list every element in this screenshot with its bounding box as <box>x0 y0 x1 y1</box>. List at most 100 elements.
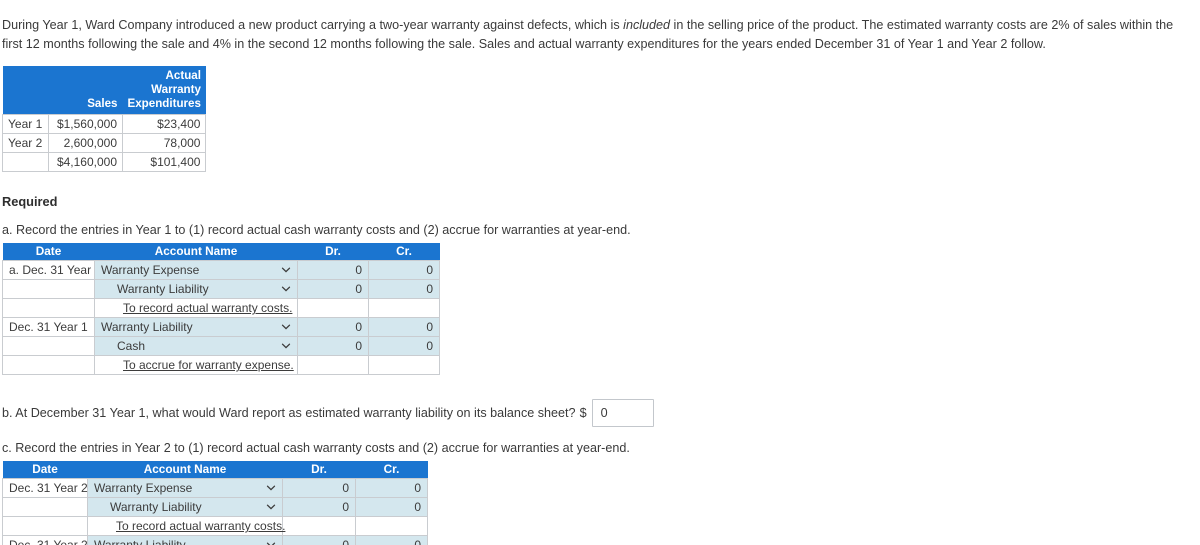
sales-header-expenditures-line2: Expenditures <box>127 97 201 111</box>
debit-input[interactable]: 0 <box>297 279 369 300</box>
sales-total-expenditures: $101,400 <box>121 152 207 173</box>
journal-header-row: Date Account Name Dr. Cr. <box>2 461 428 479</box>
account-select[interactable]: Warranty Liability <box>94 317 298 338</box>
sales-header-expenditures: Actual Warranty Expenditures <box>122 66 206 115</box>
table-row: Year 2 2,600,000 78,000 <box>2 133 207 154</box>
account-select-label: Warranty Liability <box>94 538 186 545</box>
credit-input[interactable]: 0 <box>355 535 428 545</box>
entry-description[interactable]: To record actual warranty costs. <box>87 516 286 537</box>
journal-date-cell[interactable] <box>2 298 95 319</box>
journal-date-cell[interactable]: Dec. 31 Year 2 <box>2 478 88 499</box>
chevron-down-icon <box>266 540 276 545</box>
table-row: To accrue for warranty expense. <box>2 355 440 376</box>
chevron-down-icon <box>266 483 276 493</box>
table-row: To record actual warranty costs. <box>2 298 440 319</box>
required-heading: Required <box>2 194 58 210</box>
entry-description[interactable]: To record actual warranty costs. <box>94 298 298 319</box>
credit-input[interactable] <box>368 298 440 319</box>
journal-date-cell[interactable] <box>2 497 88 518</box>
journal-header-cr: Cr. <box>368 243 440 261</box>
credit-input[interactable]: 0 <box>368 317 440 338</box>
chevron-down-icon <box>281 341 291 351</box>
chevron-down-icon <box>266 502 276 512</box>
debit-input[interactable] <box>282 516 356 537</box>
sales-row-expenditures: 78,000 <box>121 133 207 154</box>
sales-row-sales: $1,560,000 <box>48 114 123 135</box>
table-row: Warranty Liability 0 0 <box>2 497 428 518</box>
credit-input[interactable] <box>355 516 428 537</box>
journal-header-date: Date <box>2 461 88 479</box>
prompt-c: c. Record the entries in Year 2 to (1) r… <box>2 441 630 456</box>
debit-input[interactable]: 0 <box>282 535 356 545</box>
journal-header-account: Account Name <box>94 243 298 261</box>
sales-total-sales: $4,160,000 <box>48 152 123 173</box>
journal-date-cell[interactable] <box>2 355 95 376</box>
journal-header-dr: Dr. <box>297 243 369 261</box>
credit-input[interactable]: 0 <box>355 497 428 518</box>
table-row: Warranty Liability 0 0 <box>2 279 440 300</box>
debit-input[interactable]: 0 <box>297 336 369 357</box>
journal-date-cell[interactable] <box>2 336 95 357</box>
warranty-liability-input[interactable]: 0 <box>591 399 654 428</box>
journal-entry-table-year2: Date Account Name Dr. Cr. Dec. 31 Year 2… <box>2 461 428 545</box>
problem-statement: During Year 1, Ward Company introduced a… <box>0 13 1195 54</box>
credit-input[interactable]: 0 <box>368 336 440 357</box>
problem-statement-italic: included <box>623 17 671 32</box>
sales-total-label <box>2 152 49 173</box>
credit-input[interactable] <box>368 355 440 376</box>
journal-date-cell[interactable] <box>2 516 88 537</box>
journal-header-account: Account Name <box>87 461 283 479</box>
table-row: To record actual warranty costs. <box>2 516 428 537</box>
account-select[interactable]: Warranty Liability <box>87 535 283 545</box>
entry-description-label: To record actual warranty costs. <box>123 301 293 316</box>
sales-row-sales: 2,600,000 <box>48 133 123 154</box>
journal-date-cell[interactable]: a. Dec. 31 Year 1 <box>2 260 101 281</box>
entry-description[interactable]: To accrue for warranty expense. <box>94 355 298 376</box>
debit-input[interactable]: 0 <box>297 260 369 281</box>
account-select[interactable]: Warranty Expense <box>87 478 283 499</box>
sales-header-expenditures-line1: Actual Warranty <box>151 69 201 97</box>
entry-description-label: To accrue for warranty expense. <box>123 358 294 373</box>
journal-header-row: Date Account Name Dr. Cr. <box>2 243 440 261</box>
sales-summary-table: Sales Actual Warranty Expenditures Year … <box>2 66 207 173</box>
account-select-label: Cash <box>117 339 146 354</box>
credit-input[interactable]: 0 <box>368 279 440 300</box>
table-row: Cash 0 0 <box>2 336 440 357</box>
table-row: Dec. 31 Year 2 Warranty Expense 0 0 <box>2 478 428 499</box>
debit-input[interactable] <box>297 298 369 319</box>
credit-input[interactable]: 0 <box>368 260 440 281</box>
chevron-down-icon <box>281 265 291 275</box>
debit-input[interactable] <box>297 355 369 376</box>
prompt-b-text: b. At December 31 Year 1, what would War… <box>2 406 576 421</box>
sales-row-expenditures: $23,400 <box>121 114 207 135</box>
table-row: Year 1 $1,560,000 $23,400 <box>2 114 207 135</box>
chevron-down-icon <box>281 284 291 294</box>
worksheet-page: During Year 1, Ward Company introduced a… <box>0 13 1200 545</box>
debit-input[interactable]: 0 <box>297 317 369 338</box>
journal-header-dr: Dr. <box>282 461 356 479</box>
prompt-b: b. At December 31 Year 1, what would War… <box>2 399 1200 428</box>
debit-input[interactable]: 0 <box>282 497 356 518</box>
journal-date-cell[interactable] <box>2 279 95 300</box>
account-select-label: Warranty Liability <box>110 500 202 515</box>
debit-input[interactable]: 0 <box>282 478 356 499</box>
table-row: a. Dec. 31 Year 1 Warranty Expense 0 0 <box>2 260 440 281</box>
account-select-label: Warranty Expense <box>94 481 193 496</box>
entry-description-label: To record actual warranty costs. <box>116 519 286 534</box>
credit-input[interactable]: 0 <box>355 478 428 499</box>
account-select[interactable]: Warranty Liability <box>94 279 298 300</box>
account-select-label: Warranty Expense <box>101 263 200 278</box>
account-select[interactable]: Warranty Liability <box>87 497 283 518</box>
table-row: Dec. 31 Year 1 Warranty Liability 0 0 <box>2 317 440 338</box>
journal-date-cell[interactable]: Dec. 31 Year 1 <box>2 317 95 338</box>
journal-date-cell[interactable]: Dec. 31 Year 2 <box>2 535 88 545</box>
prompt-a: a. Record the entries in Year 1 to (1) r… <box>2 223 631 238</box>
sales-summary-table-wrapper: Sales Actual Warranty Expenditures Year … <box>2 66 1200 173</box>
account-select[interactable]: Warranty Expense <box>94 260 298 281</box>
journal-header-cr: Cr. <box>355 461 428 479</box>
sales-row-label: Year 1 <box>2 114 49 135</box>
account-select-label: Warranty Liability <box>101 320 193 335</box>
account-select-label: Warranty Liability <box>117 282 209 297</box>
chevron-down-icon <box>281 322 291 332</box>
account-select[interactable]: Cash <box>94 336 298 357</box>
